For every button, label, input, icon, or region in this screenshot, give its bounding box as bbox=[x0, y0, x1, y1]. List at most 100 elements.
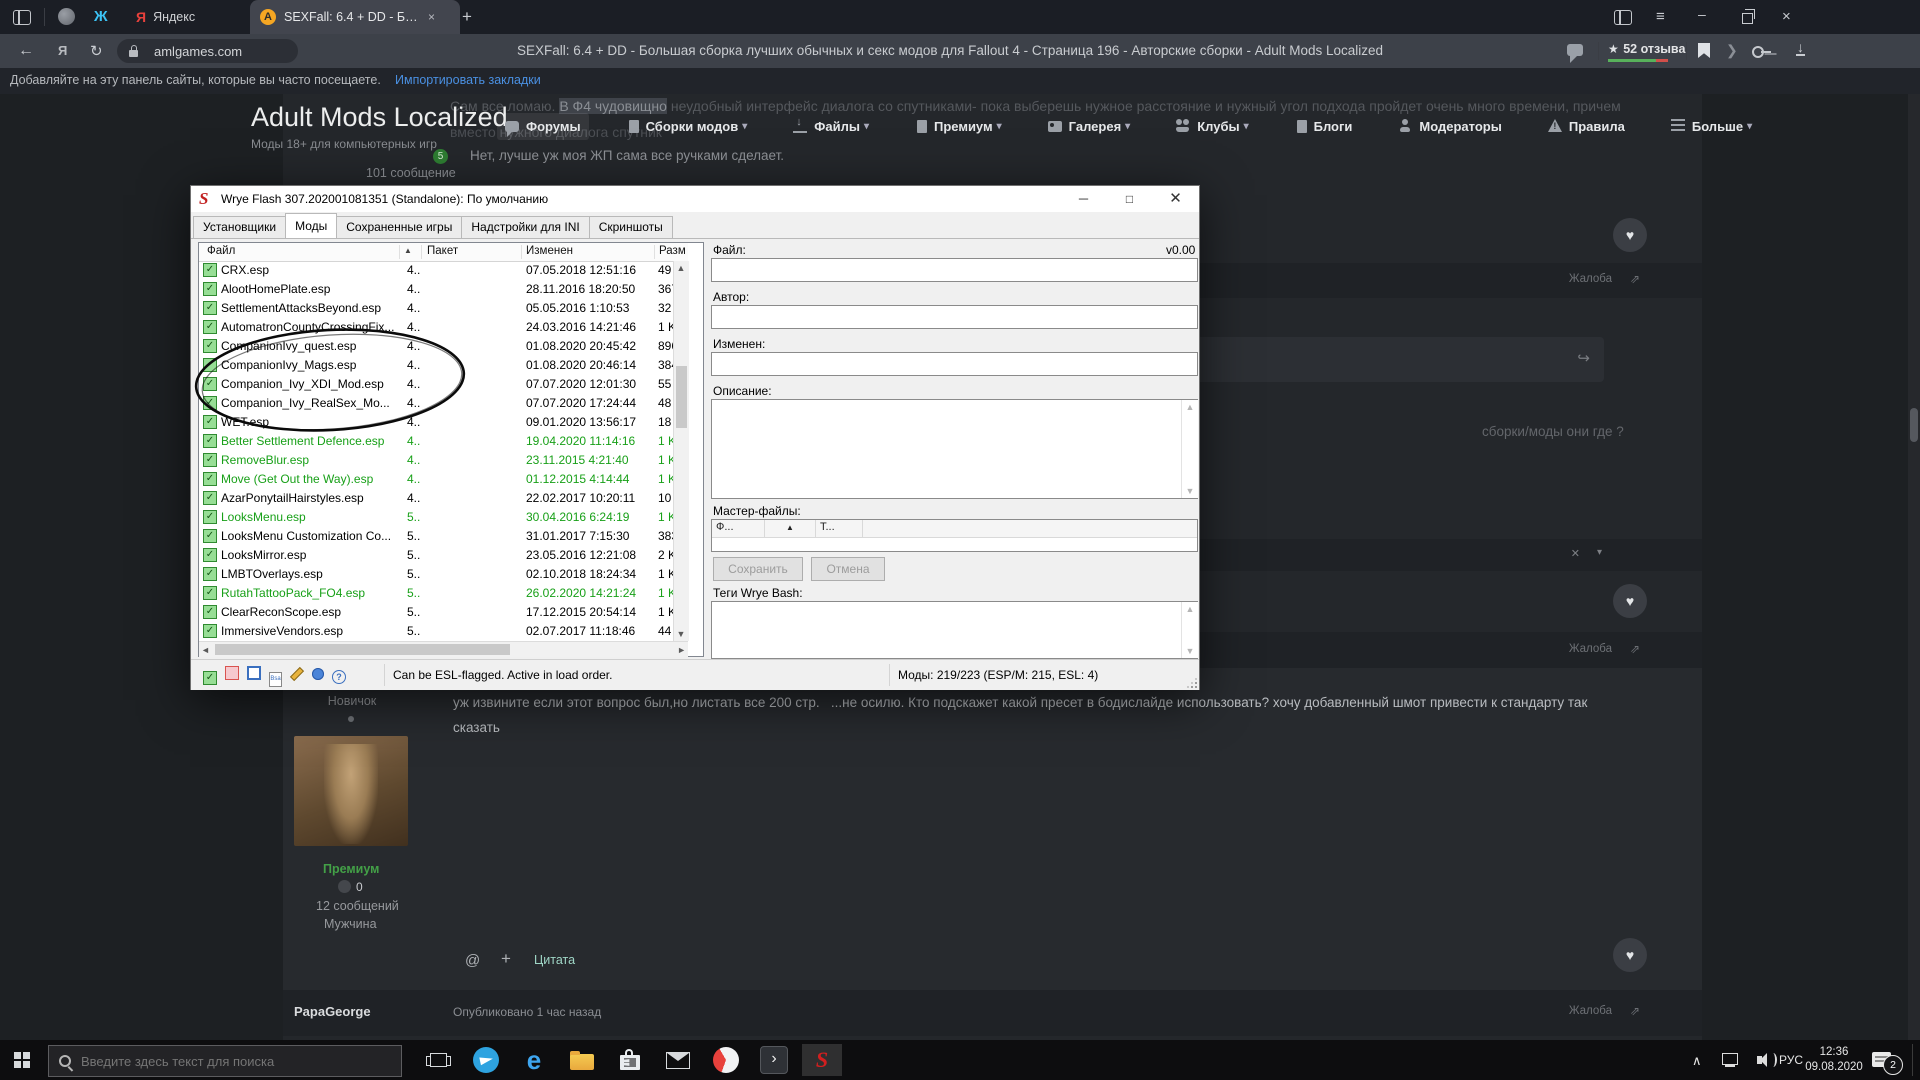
tray-chevron-icon[interactable]: ∧ bbox=[1692, 1053, 1702, 1069]
yandex-button-icon[interactable]: Я bbox=[58, 43, 67, 58]
antler-logo-icon[interactable]: Ж bbox=[94, 8, 108, 25]
mod-row[interactable]: ✓AlootHomePlate.esp4..28.11.2016 18:20:5… bbox=[199, 280, 688, 299]
post-author[interactable]: PapaGeorge bbox=[294, 1004, 371, 1019]
file-input[interactable] bbox=[711, 258, 1198, 282]
mod-row[interactable]: ✓CRX.esp4..07.05.2018 12:51:1649 K bbox=[199, 261, 688, 280]
taskbar-search[interactable] bbox=[48, 1045, 402, 1077]
help-icon[interactable]: ? bbox=[332, 669, 346, 684]
volume-icon[interactable] bbox=[1757, 1056, 1762, 1064]
esp-checkbox-icon[interactable]: ✓ bbox=[203, 669, 217, 685]
tab-panel-icon[interactable] bbox=[1614, 10, 1632, 25]
taskbar-app-task-view[interactable] bbox=[418, 1044, 458, 1076]
like-button[interactable]: ♥ bbox=[1613, 218, 1647, 252]
taskbar-app-wrye-flash[interactable]: S bbox=[802, 1044, 842, 1076]
taskbar-app-telegram[interactable] bbox=[466, 1044, 506, 1076]
mod-row[interactable]: ✓CompanionIvy_quest.esp4..01.08.2020 20:… bbox=[199, 337, 688, 356]
window-restore-icon[interactable] bbox=[1742, 13, 1753, 24]
window-minimize-icon[interactable]: – bbox=[1698, 6, 1706, 22]
author-input[interactable] bbox=[711, 305, 1198, 329]
hscroll-thumb[interactable] bbox=[215, 644, 510, 655]
nav-item-blogs[interactable]: Блоги bbox=[1287, 113, 1361, 140]
mod-row[interactable]: ✓RemoveBlur.esp4..23.11.2015 4:21:401 KB bbox=[199, 451, 688, 470]
active-tab[interactable]: A SEXFall: 6.4 + DD - Боль × bbox=[250, 0, 460, 34]
taskbar-app-microsoft-store[interactable] bbox=[610, 1044, 650, 1076]
mod-row[interactable]: ✓Companion_Ivy_RealSex_Mo...4..07.07.202… bbox=[199, 394, 688, 413]
nav-item-premium[interactable]: Премиум▾ bbox=[907, 113, 1010, 140]
share-icon[interactable]: ⇗ bbox=[1630, 642, 1640, 656]
mod-list-hscrollbar[interactable]: ◄ ► bbox=[199, 641, 688, 657]
resize-grip[interactable] bbox=[1187, 678, 1197, 688]
checkbox-checked-icon[interactable]: ✓ bbox=[203, 377, 217, 391]
mod-row[interactable]: ✓RutahTattooPack_FO4.esp5..26.02.2020 14… bbox=[199, 584, 688, 603]
menu-hamburger-icon[interactable]: ≡ bbox=[1656, 8, 1665, 25]
checkbox-checked-icon[interactable]: ✓ bbox=[203, 586, 217, 600]
search-input[interactable] bbox=[79, 1053, 383, 1070]
plus-quote-button[interactable]: + bbox=[501, 949, 511, 969]
masters-sort-icon[interactable]: ▲ bbox=[765, 520, 816, 537]
checkbox-checked-icon[interactable]: ✓ bbox=[203, 282, 217, 296]
nav-item-mod-packs[interactable]: Сборки модов▾ bbox=[619, 113, 756, 140]
bsa-doc-icon[interactable]: Bsa bbox=[269, 669, 282, 687]
nav-item-forums[interactable]: Форумы bbox=[497, 113, 589, 140]
tab-close-icon[interactable]: × bbox=[428, 10, 435, 24]
mod-row[interactable]: ✓AzarPonytailHairstyles.esp4..22.02.2017… bbox=[199, 489, 688, 508]
mod-row[interactable]: ✓LooksMirror.esp5..23.05.2016 12:21:082 … bbox=[199, 546, 688, 565]
key-icon[interactable] bbox=[1752, 46, 1764, 58]
bookmarks-import-link[interactable]: Импортировать закладки bbox=[395, 73, 541, 87]
report-link[interactable]: Жалоба bbox=[1569, 643, 1612, 655]
nav-item-gallery[interactable]: Галерея▾ bbox=[1040, 113, 1139, 140]
share-icon[interactable]: ⇗ bbox=[1630, 1004, 1640, 1018]
nav-item-moderators[interactable]: Модераторы bbox=[1390, 113, 1509, 140]
quote-button[interactable]: Цитата bbox=[534, 953, 575, 967]
wrye-close-button[interactable]: ✕ bbox=[1153, 186, 1198, 212]
share-icon[interactable]: ⇗ bbox=[1630, 272, 1640, 286]
bookmark-icon[interactable] bbox=[1698, 43, 1710, 58]
window-close-icon[interactable]: × bbox=[1782, 8, 1791, 25]
checkbox-checked-icon[interactable]: ✓ bbox=[203, 358, 217, 372]
mod-row[interactable]: ✓SettlementAttacksBeyond.esp4..05.05.201… bbox=[199, 299, 688, 318]
checkbox-checked-icon[interactable]: ✓ bbox=[203, 567, 217, 581]
checkbox-checked-icon[interactable]: ✓ bbox=[203, 339, 217, 353]
pencil-icon[interactable] bbox=[290, 669, 304, 683]
checkbox-checked-icon[interactable]: ✓ bbox=[203, 529, 217, 543]
expander-chevron-icon[interactable]: ❯ bbox=[1726, 42, 1738, 59]
show-desktop-button[interactable] bbox=[1912, 1044, 1919, 1076]
url-bar[interactable]: amlgames.com bbox=[117, 39, 298, 63]
wrye-minimize-button[interactable]: ─ bbox=[1061, 186, 1106, 212]
site-title[interactable]: Adult Mods Localized bbox=[251, 102, 508, 133]
nav-item-more[interactable]: Больше▾ bbox=[1663, 113, 1760, 140]
checkbox-checked-icon[interactable]: ✓ bbox=[203, 548, 217, 562]
masters-table[interactable]: Ф... ▲ Т... bbox=[711, 519, 1198, 552]
wrye-tab-0[interactable]: Установщики bbox=[193, 216, 286, 238]
globe-icon[interactable] bbox=[312, 668, 324, 683]
checkbox-checked-icon[interactable]: ✓ bbox=[203, 434, 217, 448]
page-scrollbar-thumb[interactable] bbox=[1910, 408, 1918, 442]
textarea-scroll-gutter[interactable]: ▲▼ bbox=[1181, 400, 1198, 498]
taskbar-app-yandex-browser[interactable] bbox=[706, 1044, 746, 1076]
mod-list-header[interactable]: Файл ▲ Пакет Изменен Разм bbox=[199, 243, 688, 262]
masters-column-tag[interactable]: Т... bbox=[816, 520, 863, 537]
reviews-badge[interactable]: ★ 52 отзыва bbox=[1608, 40, 1685, 58]
mod-list-vscrollbar[interactable]: ▲ ▼ bbox=[673, 261, 689, 641]
mod-row[interactable]: ✓AutomatronCountyCrossingFix...4..24.03.… bbox=[199, 318, 688, 337]
avatar[interactable] bbox=[294, 736, 408, 846]
checkbox-checked-icon[interactable]: ✓ bbox=[203, 624, 217, 638]
download-icon[interactable]: ↓ bbox=[1796, 41, 1805, 56]
taskbar-app-file-explorer[interactable] bbox=[562, 1044, 602, 1076]
nav-item-clubs[interactable]: Клубы▾ bbox=[1168, 113, 1256, 140]
mention-button[interactable]: @ bbox=[465, 952, 480, 969]
description-textarea[interactable] bbox=[711, 399, 1198, 499]
tags-textarea[interactable] bbox=[711, 601, 1198, 659]
checkbox-checked-icon[interactable]: ✓ bbox=[203, 605, 217, 619]
mod-row[interactable]: ✓ImmersiveVendors.esp5..02.07.2017 11:18… bbox=[199, 622, 688, 641]
mod-row[interactable]: ✓LooksMenu Customization Co...5..31.01.2… bbox=[199, 527, 688, 546]
like-button[interactable]: ♥ bbox=[1613, 938, 1647, 972]
checkbox-checked-icon[interactable]: ✓ bbox=[203, 396, 217, 410]
checkbox-checked-icon[interactable]: ✓ bbox=[203, 510, 217, 524]
report-link[interactable]: Жалоба bbox=[1569, 273, 1612, 285]
masters-column-file[interactable]: Ф... bbox=[712, 520, 765, 537]
mod-row[interactable]: ✓WET.esp4..09.01.2020 13:56:1718 K bbox=[199, 413, 688, 432]
dice-icon[interactable] bbox=[247, 666, 261, 683]
extension-logo-icon[interactable] bbox=[58, 8, 75, 25]
comment-bubble-icon[interactable] bbox=[1567, 44, 1583, 56]
